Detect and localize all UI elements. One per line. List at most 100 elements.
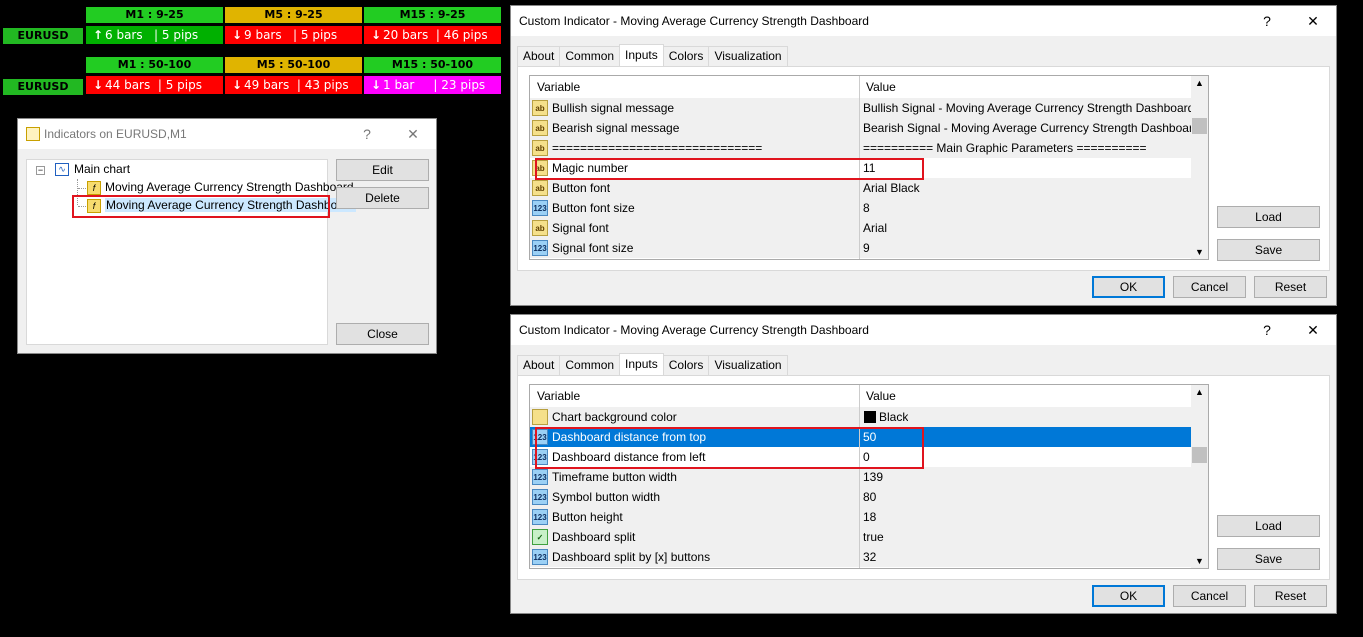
scroll-up-icon[interactable]: ▲ — [1195, 78, 1204, 88]
variable-value[interactable]: Arial Black — [863, 178, 920, 198]
string-type-icon: ab — [532, 120, 548, 136]
tab-inputs[interactable]: Inputs — [619, 353, 664, 375]
delete-button[interactable]: Delete — [336, 187, 429, 209]
indicator-item[interactable]: Moving Average Currency Strength Dashboa… — [105, 180, 354, 194]
symbol-button[interactable]: EURUSD — [3, 28, 83, 44]
tab-visualization[interactable]: Visualization — [708, 46, 788, 66]
arrow-down-icon: ↓ — [370, 78, 382, 92]
tab-colors[interactable]: Colors — [662, 46, 710, 66]
indicators-tree: − ∿ Main chart f Moving Average Currency… — [26, 159, 356, 345]
help-button[interactable]: ? — [1244, 315, 1290, 345]
timeframe-button-m1[interactable]: M1 : 50-100 — [86, 57, 223, 73]
variable-value[interactable]: Bullish Signal - Moving Average Currency… — [863, 98, 1194, 118]
reset-button[interactable]: Reset — [1254, 276, 1327, 298]
input-row[interactable]: ab Bearish signal message Bearish Signal -… — [530, 118, 1200, 138]
input-row[interactable]: ab Bullish signal message Bullish Signal -… — [530, 98, 1194, 118]
scrollbar[interactable]: ▲ ▼ — [1191, 76, 1208, 259]
input-row[interactable]: 123 Timeframe button width 139 — [530, 467, 1192, 487]
load-button[interactable]: Load — [1217, 515, 1320, 537]
close-window-button[interactable]: ✕ — [1290, 6, 1336, 36]
timeframe-button-m5[interactable]: M5 : 50-100 — [225, 57, 362, 73]
signal-text: 6 bars | 5 pips — [105, 28, 199, 42]
signal-text: 9 bars | 5 pips — [244, 28, 338, 42]
variable-value[interactable]: ========== Main Graphic Parameters =====… — [863, 138, 1147, 158]
color-name: Black — [879, 410, 909, 424]
input-row[interactable]: 123 Signal font size 9 — [530, 238, 1192, 258]
tab-about[interactable]: About — [517, 46, 561, 66]
variable-value[interactable]: 9 — [863, 238, 870, 258]
input-row[interactable]: 123 Dashboard split by [x] buttons 32 — [530, 547, 1192, 567]
grid-header: Variable Value — [530, 385, 1192, 407]
variable-name: Button font — [552, 181, 611, 195]
help-button[interactable]: ? — [1244, 6, 1290, 36]
tab-colors[interactable]: Colors — [662, 355, 710, 375]
variable-name: Timeframe button width — [552, 470, 677, 484]
variable-value[interactable]: 18 — [863, 507, 876, 527]
input-row[interactable]: 123 Button height 18 — [530, 507, 1192, 527]
input-row[interactable]: 123 Button font size 8 — [530, 198, 1192, 218]
input-row[interactable]: Chart background color Black — [530, 407, 1192, 427]
cancel-button[interactable]: Cancel — [1173, 276, 1246, 298]
scroll-up-icon[interactable]: ▲ — [1195, 387, 1204, 397]
edit-button[interactable]: Edit — [336, 159, 429, 181]
tree-root-label[interactable]: Main chart — [74, 162, 130, 176]
scroll-down-icon[interactable]: ▼ — [1195, 247, 1204, 257]
variable-value[interactable]: true — [863, 527, 884, 547]
number-type-icon: 123 — [532, 549, 548, 565]
tab-visualization[interactable]: Visualization — [708, 355, 788, 375]
bool-type-icon: ✓ — [532, 529, 548, 545]
col-value: Value — [866, 389, 896, 403]
signal-cell: ↑ 6 bars | 5 pips — [86, 26, 223, 44]
input-row[interactable]: ab Signal font Arial — [530, 218, 1192, 238]
cancel-button[interactable]: Cancel — [1173, 585, 1246, 607]
variable-value[interactable]: 8 — [863, 198, 870, 218]
dialog-title: Custom Indicator - Moving Average Curren… — [519, 14, 869, 28]
collapse-toggle-icon[interactable]: − — [36, 166, 45, 175]
close-window-button[interactable]: ✕ — [1290, 315, 1336, 345]
timeframe-button-m1[interactable]: M1 : 9-25 — [86, 7, 223, 23]
timeframe-button-m5[interactable]: M5 : 9-25 — [225, 7, 362, 23]
input-row[interactable]: ✓ Dashboard split true — [530, 527, 1192, 547]
grid-header: Variable Value — [530, 76, 1192, 98]
tree-line — [78, 188, 86, 189]
custom-indicator-dialog-1: Custom Indicator - Moving Average Curren… — [510, 5, 1337, 306]
tab-about[interactable]: About — [517, 355, 561, 375]
variable-value[interactable]: Bearish Signal - Moving Average Currency… — [863, 118, 1200, 138]
input-row[interactable]: ab Button font Arial Black — [530, 178, 1192, 198]
number-type-icon: 123 — [532, 509, 548, 525]
scroll-thumb[interactable] — [1192, 447, 1207, 463]
highlight-box — [535, 158, 924, 180]
scrollbar[interactable]: ▲ ▼ — [1191, 385, 1208, 568]
signal-cell: ↓ 44 bars | 5 pips — [86, 76, 223, 94]
dialog-tabs: About Common Inputs Colors Visualization — [517, 44, 788, 66]
ok-button[interactable]: OK — [1092, 276, 1165, 298]
tab-inputs[interactable]: Inputs — [619, 44, 664, 66]
dialog-title: Custom Indicator - Moving Average Curren… — [519, 323, 869, 337]
variable-value[interactable]: Arial — [863, 218, 887, 238]
variable-value[interactable]: 139 — [863, 467, 883, 487]
variable-value[interactable]: 80 — [863, 487, 876, 507]
dialog-titlebar: Custom Indicator - Moving Average Curren… — [511, 315, 1336, 345]
save-button[interactable]: Save — [1217, 239, 1320, 261]
timeframe-button-m15[interactable]: M15 : 9-25 — [364, 7, 501, 23]
close-button[interactable]: Close — [336, 323, 429, 345]
input-row[interactable]: 123 Symbol button width 80 — [530, 487, 1192, 507]
scroll-down-icon[interactable]: ▼ — [1195, 556, 1204, 566]
tab-common[interactable]: Common — [559, 355, 621, 375]
string-type-icon: ab — [532, 140, 548, 156]
close-window-button[interactable]: ✕ — [390, 119, 436, 149]
tab-common[interactable]: Common — [559, 46, 621, 66]
scroll-thumb[interactable] — [1192, 118, 1207, 134]
reset-button[interactable]: Reset — [1254, 585, 1327, 607]
input-row[interactable]: ab ============================== ========… — [530, 138, 1192, 158]
symbol-button[interactable]: EURUSD — [3, 79, 83, 95]
variable-value[interactable]: 32 — [863, 547, 876, 567]
help-button[interactable]: ? — [344, 119, 390, 149]
variable-value[interactable]: Black — [863, 407, 908, 427]
signal-cell: ↓ 20 bars | 46 pips — [364, 26, 501, 44]
save-button[interactable]: Save — [1217, 548, 1320, 570]
ok-button[interactable]: OK — [1092, 585, 1165, 607]
signal-text: 49 bars | 43 pips — [244, 78, 349, 92]
timeframe-button-m15[interactable]: M15 : 50-100 — [364, 57, 501, 73]
load-button[interactable]: Load — [1217, 206, 1320, 228]
